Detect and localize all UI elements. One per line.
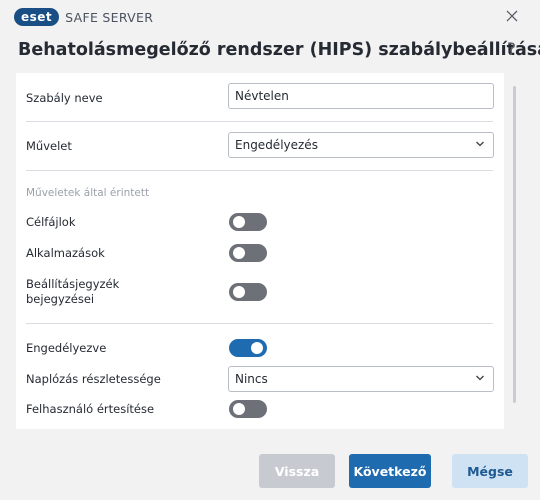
rule-settings-panel: Szabály neve Névtelen Művelet Engedélyez…: [16, 73, 504, 429]
toggle-knob: [233, 286, 245, 298]
affected-section-heading: Műveletek által érintett: [26, 187, 150, 199]
divider: [26, 121, 493, 122]
registry-toggle[interactable]: [229, 283, 267, 301]
next-button[interactable]: Következő: [349, 454, 431, 488]
log-level-select[interactable]: Nincs: [228, 366, 494, 392]
notify-user-toggle[interactable]: [229, 400, 267, 418]
registry-label-line2: bejegyzései: [26, 292, 95, 306]
product-name: SAFE SERVER: [65, 9, 154, 25]
toggle-knob: [233, 216, 245, 228]
back-button[interactable]: Vissza: [259, 454, 335, 488]
applications-label: Alkalmazások: [26, 246, 105, 260]
close-button[interactable]: [502, 6, 522, 26]
target-files-label: Célfájlok: [26, 215, 76, 229]
rule-name-label: Szabály neve: [26, 91, 103, 105]
log-level-select-value: Nincs: [235, 372, 268, 386]
target-files-toggle[interactable]: [229, 213, 267, 231]
enabled-toggle[interactable]: [229, 339, 267, 357]
notify-user-label: Felhasználó értesítése: [26, 402, 155, 416]
toggle-knob: [233, 247, 245, 259]
log-level-label: Naplózás részletessége: [26, 372, 161, 386]
applications-toggle[interactable]: [229, 244, 267, 262]
action-select-value: Engedélyezés: [235, 138, 318, 152]
page-title: Behatolásmegelőző rendszer (HIPS) szabál…: [18, 40, 540, 60]
chevron-down-icon: [476, 141, 484, 147]
rule-name-input[interactable]: Névtelen: [228, 83, 494, 109]
title-bar: eset SAFE SERVER: [0, 0, 540, 34]
divider: [26, 170, 493, 171]
action-select[interactable]: Engedélyezés: [228, 132, 494, 158]
eset-logo: eset SAFE SERVER: [14, 7, 153, 27]
chevron-down-icon: [476, 375, 484, 381]
action-label: Művelet: [26, 139, 72, 153]
close-icon: [506, 10, 518, 22]
brand-logo-badge: eset: [14, 8, 60, 26]
toggle-knob: [251, 342, 263, 354]
toggle-knob: [233, 403, 245, 415]
panel-scrollbar[interactable]: [513, 86, 516, 403]
divider: [26, 323, 493, 324]
help-button[interactable]: ?: [507, 40, 516, 60]
enabled-label: Engedélyezve: [26, 341, 107, 355]
cancel-button[interactable]: Mégse: [452, 454, 528, 488]
registry-label-line1: Beállításjegyzék: [26, 277, 120, 291]
registry-label: Beállításjegyzék bejegyzései: [26, 277, 119, 307]
